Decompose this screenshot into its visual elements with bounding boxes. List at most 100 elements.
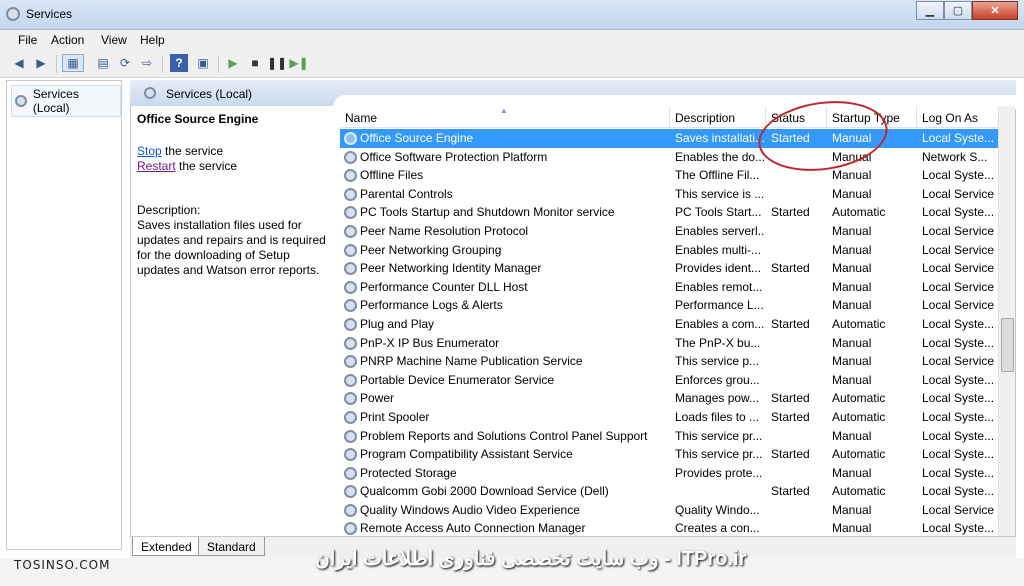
watermark-bar: TOSINSO.COM وب سایت تخصصی فناوری اطلاعات… (0, 548, 1024, 586)
description-line: for the downloading of Setup (137, 248, 290, 262)
table-row[interactable]: Program Compatibility Assistant Service T… (340, 445, 998, 464)
cell-startup: Automatic (832, 484, 886, 499)
title-bar: Services ▁ ▢ ✕ (0, 0, 1024, 30)
column-name[interactable]: Name (340, 106, 670, 128)
table-row[interactable]: PNRP Machine Name Publication Service Thi… (340, 352, 998, 371)
cell-logon: Local Service (922, 279, 995, 294)
cell-logon: Local Service (922, 242, 995, 257)
column-description[interactable]: Description (670, 106, 766, 128)
close-button[interactable]: ✕ (972, 1, 1018, 20)
cell-logon: Local Syste... (922, 131, 995, 145)
cell-desc: Saves installati... (675, 131, 765, 145)
table-row[interactable]: Peer Name Resolution Protocol Enables ser… (340, 222, 998, 241)
service-gear-icon (344, 410, 357, 424)
table-row[interactable]: Problem Reports and Solutions Control Pa… (340, 427, 998, 446)
cell-logon: Network S... (922, 149, 988, 164)
details-icon[interactable]: ▣ (194, 54, 212, 72)
cell-status: Started (771, 205, 810, 220)
table-row[interactable]: Office Software Protection Platform Enabl… (340, 148, 998, 167)
table-row[interactable]: Office Source Engine Saves installati... S… (340, 129, 998, 148)
scrollbar-thumb[interactable] (1001, 318, 1014, 372)
forward-icon[interactable]: ▶ (32, 54, 50, 72)
help-icon[interactable]: ? (170, 54, 188, 72)
console-tree-icon[interactable]: ▦ (62, 54, 84, 72)
table-row[interactable]: Performance Counter DLL Host Enables remo… (340, 278, 998, 297)
table-row[interactable]: Print Spooler Loads files to ... Started Au… (340, 408, 998, 427)
service-gear-icon (344, 336, 357, 350)
cell-name: Peer Networking Grouping (360, 242, 502, 257)
table-row[interactable]: Portable Device Enumerator Service Enforc… (340, 371, 998, 390)
service-gear-icon (344, 243, 357, 257)
export-icon[interactable]: ⇨ (138, 54, 156, 72)
maximize-button[interactable]: ▢ (944, 1, 972, 20)
menu-action[interactable]: Action (51, 33, 84, 47)
toolbar: ◀ ▶ ▦ ▤ ⟳ ⇨ ? ▣ ▶ ■ ❚❚ ▶❚ (0, 50, 1024, 78)
menu-view[interactable]: View (101, 33, 127, 47)
cell-startup: Automatic (832, 391, 886, 406)
watermark-left: TOSINSO.COM (14, 558, 111, 572)
service-gear-icon (344, 262, 357, 276)
pause-icon[interactable]: ❚❚ (267, 54, 287, 72)
cell-startup: Manual (832, 465, 872, 480)
restart-suffix: the service (179, 159, 238, 173)
cell-desc: PC Tools Start... (675, 205, 762, 220)
table-row[interactable]: PC Tools Startup and Shutdown Monitor se… (340, 203, 998, 222)
table-row[interactable]: Parental Controls This service is ... Manu… (340, 185, 998, 204)
cell-startup: Manual (832, 279, 872, 294)
tab-standard[interactable]: Standard (198, 537, 265, 556)
description-line: Saves installation files used for (137, 218, 302, 232)
cell-name: Portable Device Enumerator Service (360, 372, 555, 387)
cell-logon: Local Syste... (922, 168, 995, 183)
cell-name: Qualcomm Gobi 2000 Download Service (Del… (360, 484, 609, 499)
table-row[interactable]: Protected Storage Provides prote... Manual… (340, 464, 998, 483)
service-rows: Office Source Engine Saves installati... S… (340, 129, 998, 538)
cell-startup: Manual (832, 168, 872, 183)
tab-extended[interactable]: Extended (132, 537, 201, 556)
minimize-button[interactable]: ▁ (916, 1, 944, 20)
back-icon[interactable]: ◀ (10, 54, 28, 72)
table-row[interactable]: Offline Files The Offline Fil... Manual Loc… (340, 166, 998, 185)
cell-startup: Manual (832, 298, 872, 313)
table-row[interactable]: PnP-X IP Bus Enumerator The PnP-X bu... Ma… (340, 334, 998, 353)
restart-icon[interactable]: ▶❚ (289, 54, 308, 72)
stop-service-link[interactable]: Stop (137, 144, 162, 158)
refresh-icon[interactable]: ⟳ (116, 54, 134, 72)
restart-service-link[interactable]: Restart (137, 159, 176, 173)
menu-file[interactable]: File (18, 33, 37, 47)
cell-logon: Local Syste... (922, 335, 995, 350)
gear-icon (15, 95, 27, 107)
main-pane-title: Services (Local) (166, 87, 253, 101)
table-row[interactable]: Plug and Play Enables a com... Started Auto… (340, 315, 998, 334)
table-row[interactable]: Power Manages pow... Started Automatic Local… (340, 389, 998, 408)
start-icon[interactable]: ▶ (224, 54, 242, 72)
cell-desc: Enforces grou... (675, 372, 760, 387)
cell-startup: Automatic (832, 447, 886, 462)
tree-item-services-local[interactable]: Services (Local) (11, 85, 121, 117)
cell-status: Started (771, 447, 810, 462)
cell-logon: Local Service (922, 186, 995, 201)
cell-logon: Local Syste... (922, 521, 995, 536)
cell-logon: Local Service (922, 354, 995, 369)
cell-startup: Automatic (832, 205, 886, 220)
cell-status: Started (771, 409, 810, 424)
column-log-on-as[interactable]: Log On As (917, 106, 998, 128)
table-row[interactable]: Performance Logs & Alerts Performance L..… (340, 296, 998, 315)
cell-logon: Local Syste... (922, 428, 995, 443)
stop-icon[interactable]: ■ (246, 54, 264, 72)
cell-name: Problem Reports and Solutions Control Pa… (360, 428, 648, 443)
cell-desc: Loads files to ... (675, 409, 760, 424)
cell-desc: Enables remot... (675, 279, 763, 294)
table-row[interactable]: Peer Networking Identity Manager Provides… (340, 259, 998, 278)
service-detail-pane: Office Source Engine Stop the service Re… (132, 106, 332, 536)
service-gear-icon (344, 503, 357, 517)
table-row[interactable]: Quality Windows Audio Video Experience Qu… (340, 501, 998, 520)
cell-name: Office Source Engine (360, 131, 474, 145)
cell-name: Quality Windows Audio Video Experience (360, 502, 580, 517)
vertical-scrollbar[interactable] (998, 106, 1015, 538)
cell-name: Protected Storage (360, 465, 457, 480)
table-row[interactable]: Qualcomm Gobi 2000 Download Service (Del… (340, 482, 998, 501)
menu-help[interactable]: Help (140, 33, 165, 47)
properties-icon[interactable]: ▤ (94, 54, 112, 72)
cell-desc: Quality Windo... (675, 502, 760, 517)
table-row[interactable]: Peer Networking Grouping Enables multi-..… (340, 241, 998, 260)
